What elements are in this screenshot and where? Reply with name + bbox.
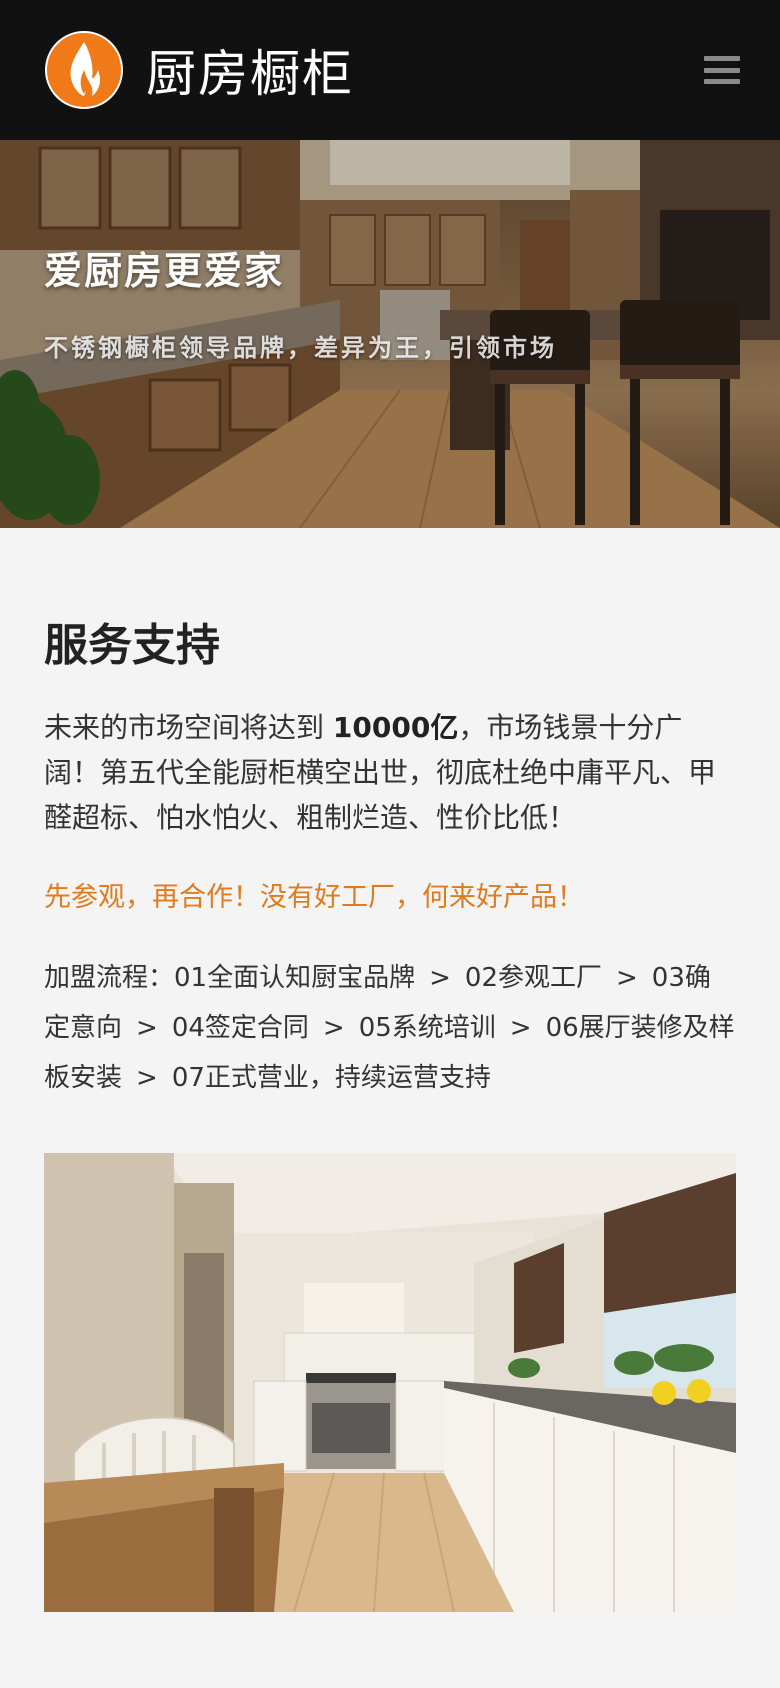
kitchen-showcase-image (44, 1152, 736, 1612)
hero-banner: 爱厨房更爱家 不锈钢橱柜领导品牌，差异为王，引领市场 (0, 140, 780, 528)
flame-logo-icon (45, 31, 123, 109)
intro-paragraph: 未来的市场空间将达到 10000亿，市场钱景十分广阔！第五代全能厨柜横空出世，彻… (44, 705, 736, 840)
process-step: 04签定合同 (171, 1012, 309, 1043)
process-step: 02参观工厂 (464, 962, 602, 993)
service-section: 服务支持 未来的市场空间将达到 10000亿，市场钱景十分广阔！第五代全能厨柜横… (0, 528, 780, 1612)
hero-subtitle: 不锈钢橱柜领导品牌，差异为王，引领市场 (44, 334, 557, 362)
slogan-text: 先参观，再合作！没有好工厂，何来好产品！ (44, 881, 584, 913)
step-separator: > (509, 1012, 532, 1043)
white-kitchen-photo (44, 1152, 736, 1612)
step-separator: > (322, 1012, 345, 1043)
step-separator: > (136, 1062, 158, 1093)
process-label: 加盟流程： (44, 962, 175, 993)
market-size-highlight: 10000亿 (332, 710, 459, 744)
step-separator: > (616, 962, 638, 993)
brand-logo-link[interactable]: 厨房橱柜 (44, 30, 354, 110)
hero-title: 爱厨房更爱家 (44, 249, 285, 293)
step-separator: > (429, 962, 451, 993)
process-step: 01全面认知厨宝品牌 (174, 962, 416, 993)
process-step: 07正式营业，持续运营支持 (171, 1062, 491, 1093)
intro-text-before: 未来的市场空间将达到 (44, 710, 333, 744)
franchise-process: 加盟流程：01全面认知厨宝品牌 >02参观工厂 >03确定意向 >04签定合同 >05系… (44, 953, 736, 1103)
section-title: 服务支持 (44, 620, 220, 671)
hamburger-menu-icon[interactable] (704, 56, 740, 84)
top-header: 厨房橱柜 (0, 0, 780, 140)
process-step: 05系统培训 (358, 1012, 496, 1043)
brand-name: 厨房橱柜 (146, 45, 354, 103)
step-separator: > (136, 1012, 158, 1043)
